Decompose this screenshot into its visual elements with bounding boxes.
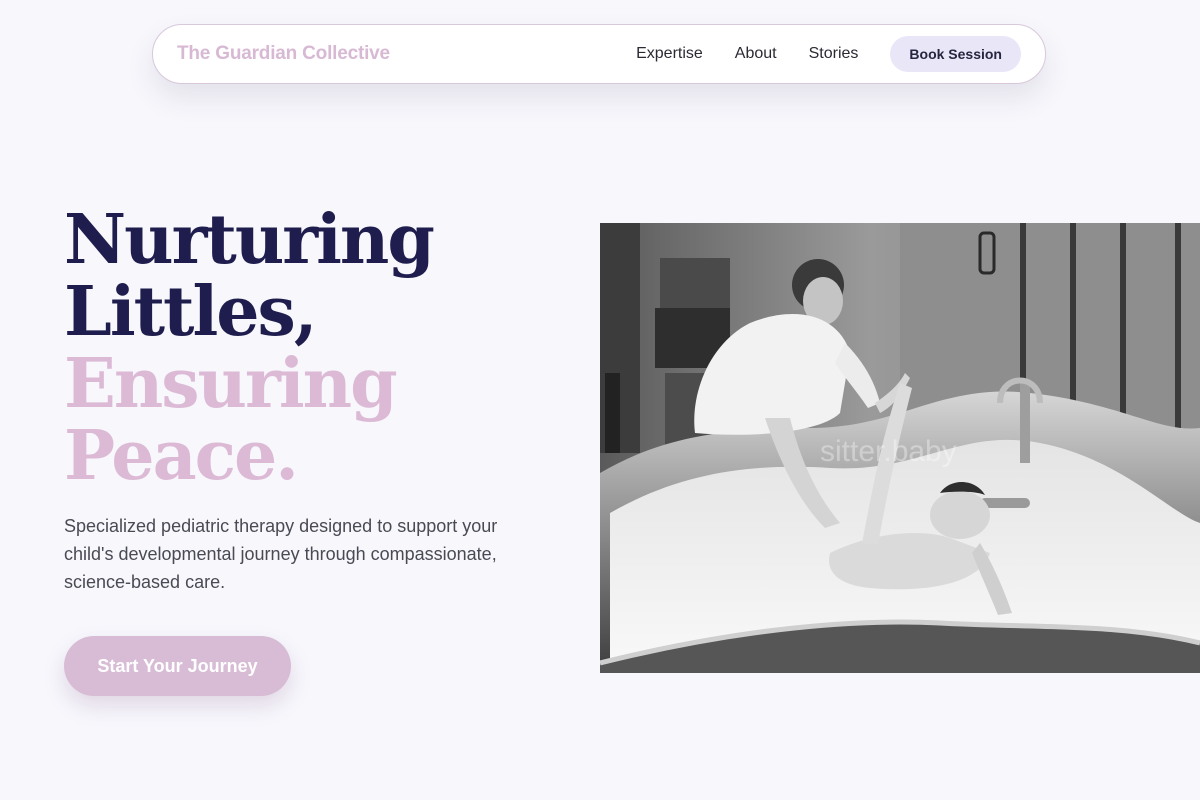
book-session-button[interactable]: Book Session [890, 36, 1021, 72]
brand-logo[interactable]: The Guardian Collective [177, 43, 390, 65]
nav-link-stories[interactable]: Stories [809, 45, 859, 63]
start-journey-button[interactable]: Start Your Journey [64, 636, 291, 696]
hero-title-line-accent: Peace. [64, 416, 299, 496]
hero-description: Specialized pediatric therapy designed t… [64, 516, 498, 592]
nav-link-expertise[interactable]: Expertise [636, 45, 703, 63]
nav-link-about[interactable]: About [735, 45, 777, 63]
hero-photo: sitter.baby [600, 223, 1200, 673]
top-navbar: The Guardian Collective Expertise About … [152, 24, 1046, 84]
hero-title-line-accent: Ensuring [64, 344, 398, 424]
nav-menu: Expertise About Stories Book Session [636, 36, 1021, 72]
landing-page: The Guardian Collective Expertise About … [0, 0, 1200, 800]
photo-watermark: sitter.baby [820, 435, 957, 468]
hydrotherapy-photo: sitter.baby [600, 223, 1200, 673]
hero-title: Nurturing Littles, Ensuring Peace. [64, 200, 435, 496]
hero-title-line: Littles, [64, 272, 318, 352]
hero-title-line: Nurturing [64, 200, 435, 280]
